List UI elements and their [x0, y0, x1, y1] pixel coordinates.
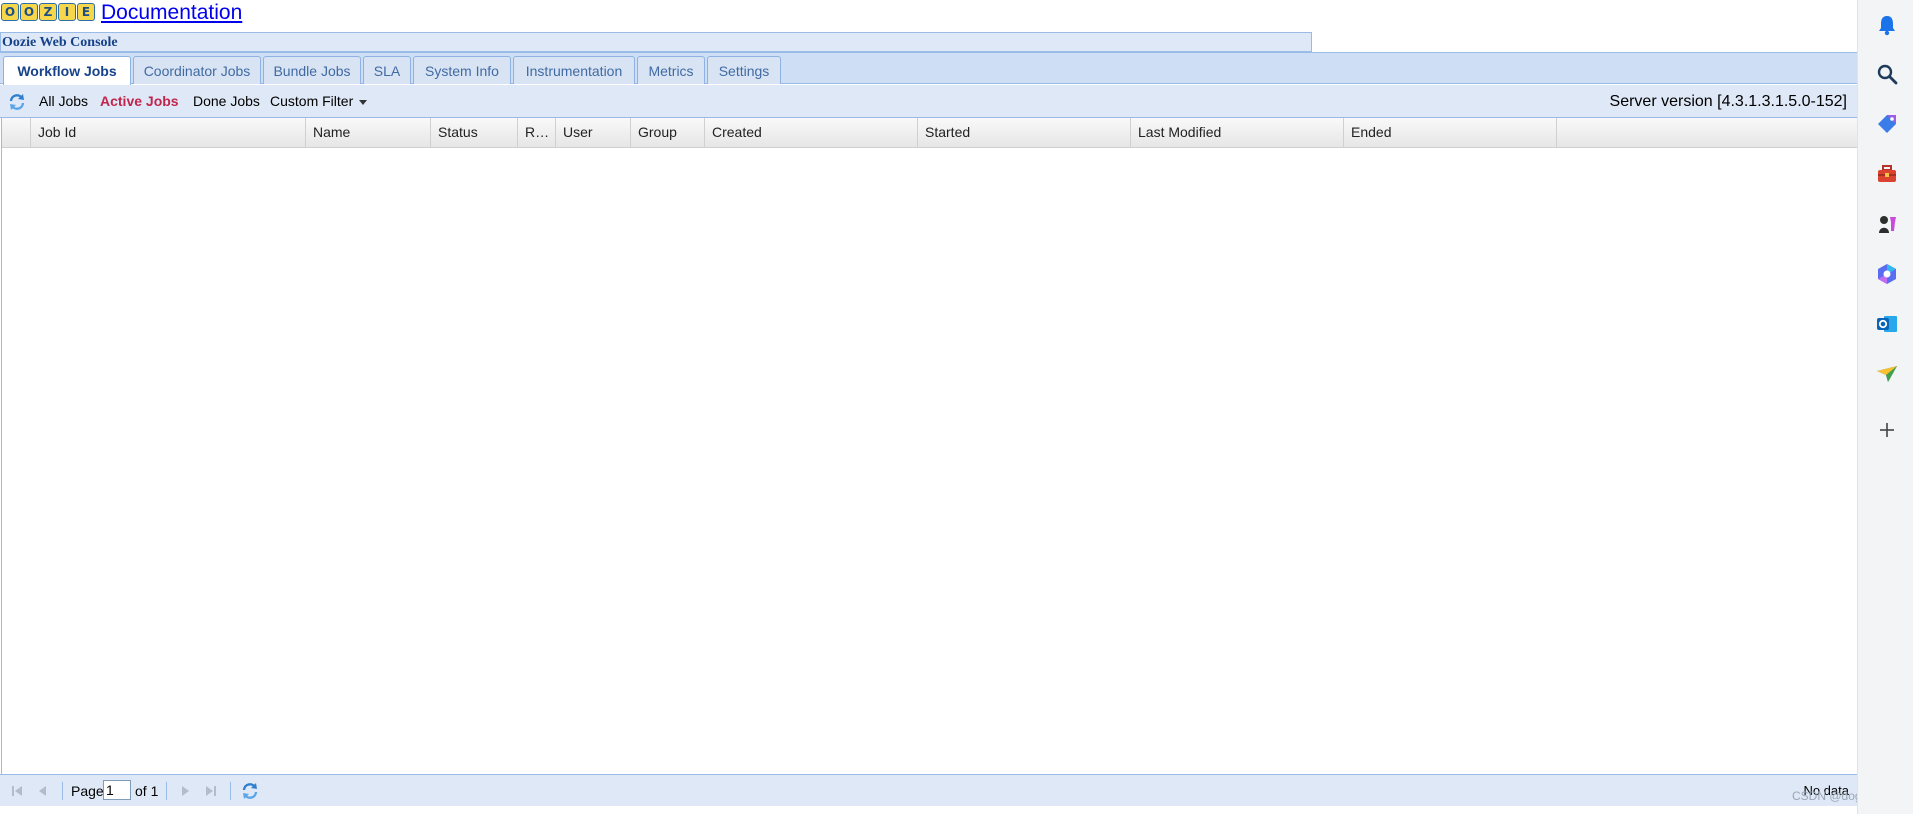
previous-page-icon[interactable] — [36, 784, 50, 798]
tab-metrics[interactable]: Metrics — [637, 56, 705, 84]
logo-letter: O — [20, 3, 38, 21]
column-group[interactable]: Group — [631, 118, 705, 147]
filter-toolbar: All Jobs Active Jobs Done Jobs Custom Fi… — [0, 85, 1857, 118]
paging-toolbar: Page of 1 No data — [0, 774, 1857, 806]
documentation-link[interactable]: Documentation — [101, 1, 242, 25]
tab-settings[interactable]: Settings — [707, 56, 781, 84]
filter-active-jobs[interactable]: Active Jobs — [100, 85, 179, 118]
logo-letter: I — [58, 3, 76, 21]
browser-sidebar — [1857, 0, 1913, 814]
tab-workflow-jobs[interactable]: Workflow Jobs — [3, 56, 131, 85]
first-page-icon[interactable] — [10, 784, 24, 798]
logo-letter: Z — [39, 3, 57, 21]
page-number-input[interactable] — [103, 780, 131, 800]
tag-icon[interactable] — [1875, 112, 1899, 136]
next-page-icon[interactable] — [178, 784, 192, 798]
copilot-icon[interactable] — [1875, 262, 1899, 286]
tab-system-info[interactable]: System Info — [413, 56, 511, 84]
plus-icon[interactable] — [1875, 418, 1899, 442]
logo-letter: O — [1, 3, 19, 21]
console-title-bar: Oozie Web Console — [0, 32, 1312, 52]
column-created[interactable]: Created — [705, 118, 918, 147]
tab-strip: Workflow Jobs Coordinator Jobs Bundle Jo… — [0, 52, 1857, 85]
separator — [230, 782, 231, 800]
tab-bundle-jobs[interactable]: Bundle Jobs — [263, 56, 361, 84]
tab-coordinator-jobs[interactable]: Coordinator Jobs — [133, 56, 261, 84]
tab-instrumentation[interactable]: Instrumentation — [513, 56, 635, 84]
column-user[interactable]: User — [556, 118, 631, 147]
oozie-console: O O Z I E Documentation Oozie Web Consol… — [0, 0, 1857, 814]
column-ended[interactable]: Ended — [1344, 118, 1557, 147]
column-status[interactable]: Status — [431, 118, 518, 147]
filter-all-jobs[interactable]: All Jobs — [39, 85, 88, 118]
chess-icon[interactable] — [1875, 212, 1899, 236]
tab-sla[interactable]: SLA — [363, 56, 411, 84]
custom-filter-label: Custom Filter — [270, 93, 354, 109]
page-count: of 1 — [135, 783, 159, 799]
column-job-id[interactable]: Job Id — [31, 118, 306, 147]
column-run[interactable]: R… — [518, 118, 556, 147]
custom-filter-dropdown[interactable]: Custom Filter — [270, 85, 368, 118]
jobs-grid: Job Id Name Status R… User Group Created… — [1, 118, 1857, 774]
page-label: Page — [71, 783, 104, 799]
outlook-icon[interactable] — [1875, 312, 1899, 336]
separator — [166, 782, 167, 800]
chevron-down-icon — [359, 99, 368, 105]
refresh-icon[interactable] — [241, 782, 259, 800]
column-started[interactable]: Started — [918, 118, 1131, 147]
separator — [62, 782, 63, 800]
send-icon[interactable] — [1875, 362, 1899, 386]
column-name[interactable]: Name — [306, 118, 431, 147]
server-version: Server version [4.3.1.3.1.5.0-152] — [1609, 93, 1847, 110]
filter-done-jobs[interactable]: Done Jobs — [193, 85, 260, 118]
logo-letter: E — [77, 3, 95, 21]
toolbox-icon[interactable] — [1875, 162, 1899, 186]
oozie-logo: O O Z I E — [1, 3, 95, 21]
search-icon[interactable] — [1875, 62, 1899, 86]
row-numberer-column — [2, 118, 31, 147]
grid-header: Job Id Name Status R… User Group Created… — [2, 118, 1857, 148]
last-page-icon[interactable] — [204, 784, 218, 798]
column-last-modified[interactable]: Last Modified — [1131, 118, 1344, 147]
console-title: Oozie Web Console — [2, 35, 118, 50]
refresh-icon[interactable] — [8, 93, 26, 111]
bell-icon[interactable] — [1875, 13, 1899, 37]
header: O O Z I E Documentation — [0, 0, 242, 30]
